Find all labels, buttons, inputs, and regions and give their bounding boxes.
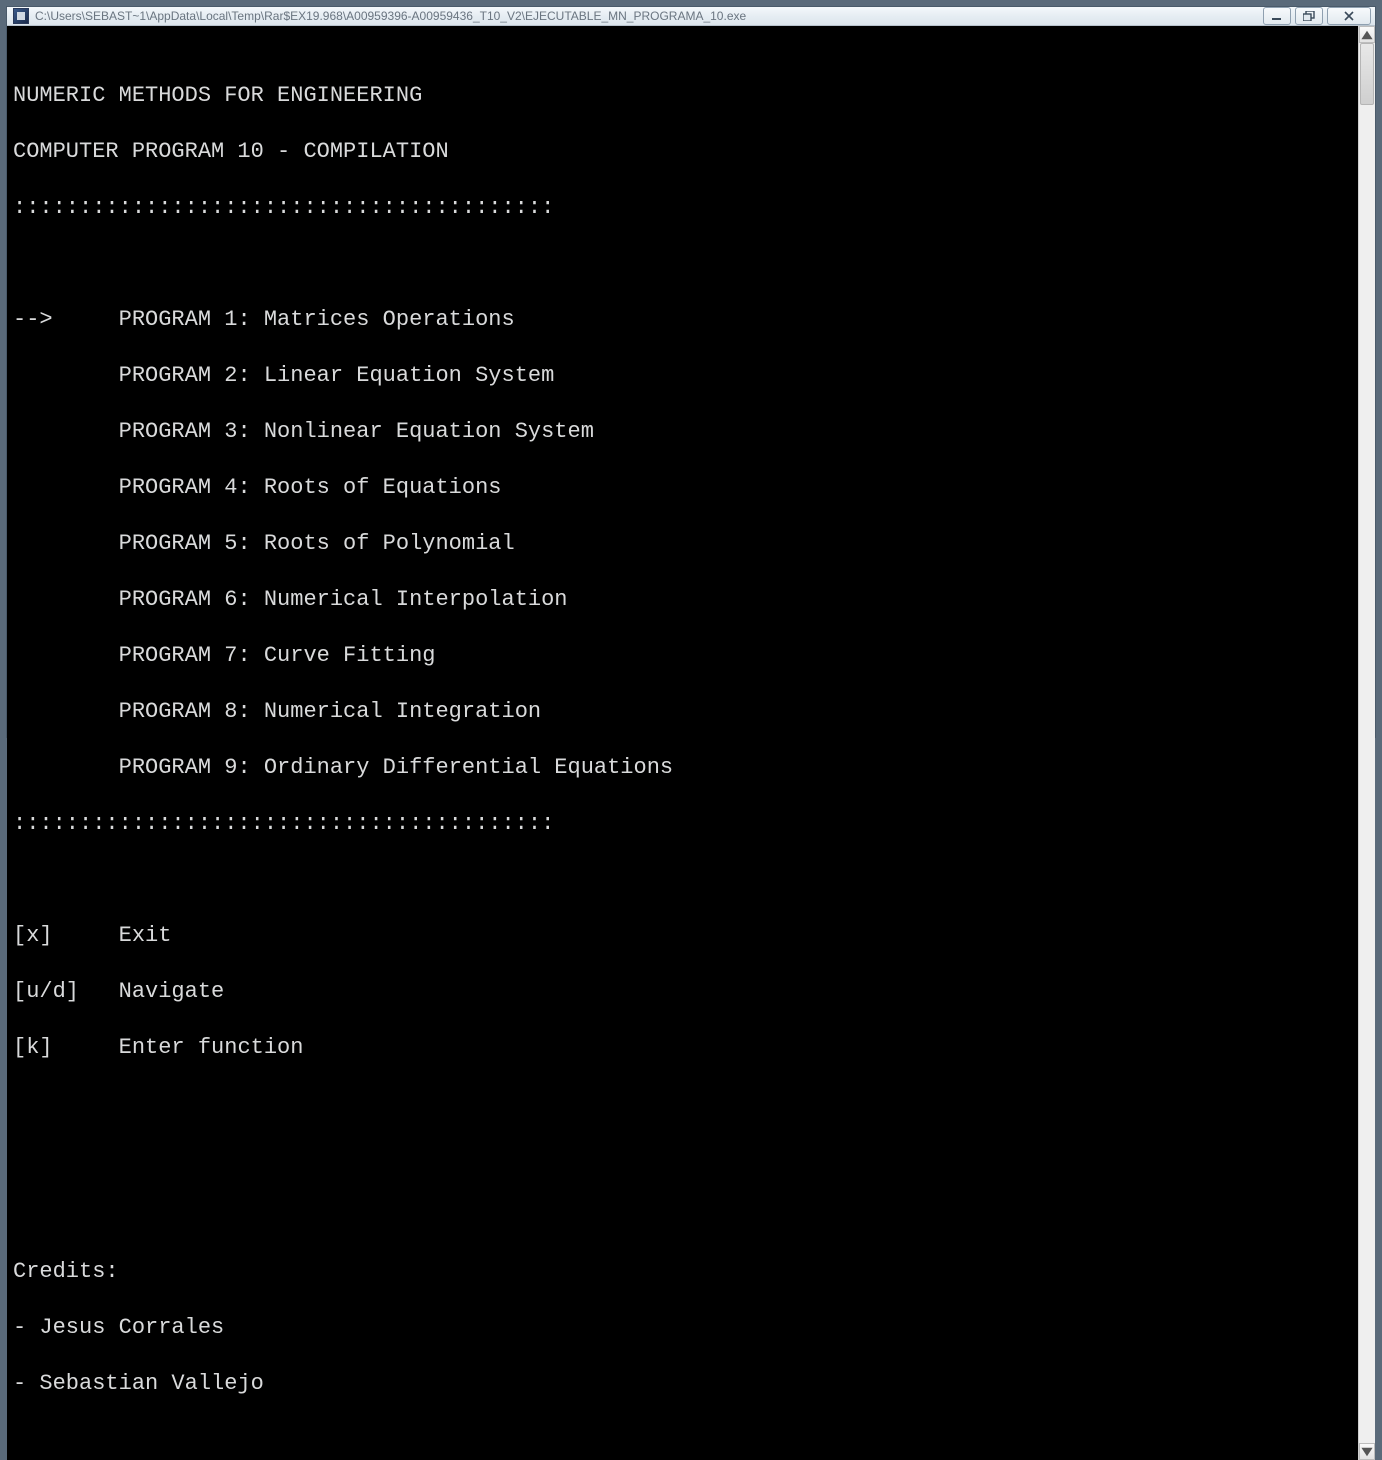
scroll-up-button[interactable]	[1359, 26, 1375, 43]
credits-line-2: - Sebastian Vallejo	[13, 1370, 1352, 1398]
blank-line	[13, 866, 1352, 894]
vertical-scrollbar[interactable]	[1358, 26, 1375, 1460]
control-exit: [x] Exit	[13, 922, 1352, 950]
console-output[interactable]: NUMERIC METHODS FOR ENGINEERING COMPUTER…	[7, 26, 1358, 1460]
heading-line-1: NUMERIC METHODS FOR ENGINEERING	[13, 82, 1352, 110]
titlebar[interactable]: C:\Users\SEBAST~1\AppData\Local\Temp\Rar…	[7, 7, 1375, 26]
blank-line	[13, 1090, 1352, 1118]
menu-item-2: PROGRAM 2: Linear Equation System	[13, 362, 1352, 390]
maximize-icon	[1303, 11, 1315, 21]
menu-item-5: PROGRAM 5: Roots of Polynomial	[13, 530, 1352, 558]
scroll-track[interactable]	[1359, 43, 1375, 1443]
close-icon	[1343, 11, 1355, 21]
credits-line-1: - Jesus Corrales	[13, 1314, 1352, 1342]
blank-line	[13, 250, 1352, 278]
minimize-icon	[1271, 11, 1283, 21]
heading-line-2: COMPUTER PROGRAM 10 - COMPILATION	[13, 138, 1352, 166]
separator-bottom: ::::::::::::::::::::::::::::::::::::::::…	[13, 810, 1352, 838]
app-icon	[13, 8, 29, 24]
menu-item-8: PROGRAM 8: Numerical Integration	[13, 698, 1352, 726]
control-enter: [k] Enter function	[13, 1034, 1352, 1062]
maximize-button[interactable]	[1295, 7, 1323, 25]
menu-item-1: --> PROGRAM 1: Matrices Operations	[13, 306, 1352, 334]
blank-line	[13, 1202, 1352, 1230]
scroll-thumb[interactable]	[1360, 43, 1374, 105]
window-title: C:\Users\SEBAST~1\AppData\Local\Temp\Rar…	[35, 9, 1263, 23]
minimize-button[interactable]	[1263, 7, 1291, 25]
app-window: C:\Users\SEBAST~1\AppData\Local\Temp\Rar…	[6, 6, 1376, 738]
menu-item-3: PROGRAM 3: Nonlinear Equation System	[13, 418, 1352, 446]
menu-item-7: PROGRAM 7: Curve Fitting	[13, 642, 1352, 670]
separator-top: ::::::::::::::::::::::::::::::::::::::::…	[13, 194, 1352, 222]
chevron-up-icon	[1360, 28, 1374, 42]
credits-heading: Credits:	[13, 1258, 1352, 1286]
chevron-down-icon	[1360, 1445, 1374, 1459]
menu-item-4: PROGRAM 4: Roots of Equations	[13, 474, 1352, 502]
client-area: NUMERIC METHODS FOR ENGINEERING COMPUTER…	[7, 26, 1375, 1460]
window-controls	[1263, 7, 1371, 25]
menu-item-9: PROGRAM 9: Ordinary Differential Equatio…	[13, 754, 1352, 782]
close-button[interactable]	[1327, 7, 1371, 25]
blank-line	[13, 1146, 1352, 1174]
scroll-down-button[interactable]	[1359, 1443, 1375, 1460]
control-navigate: [u/d] Navigate	[13, 978, 1352, 1006]
menu-item-6: PROGRAM 6: Numerical Interpolation	[13, 586, 1352, 614]
